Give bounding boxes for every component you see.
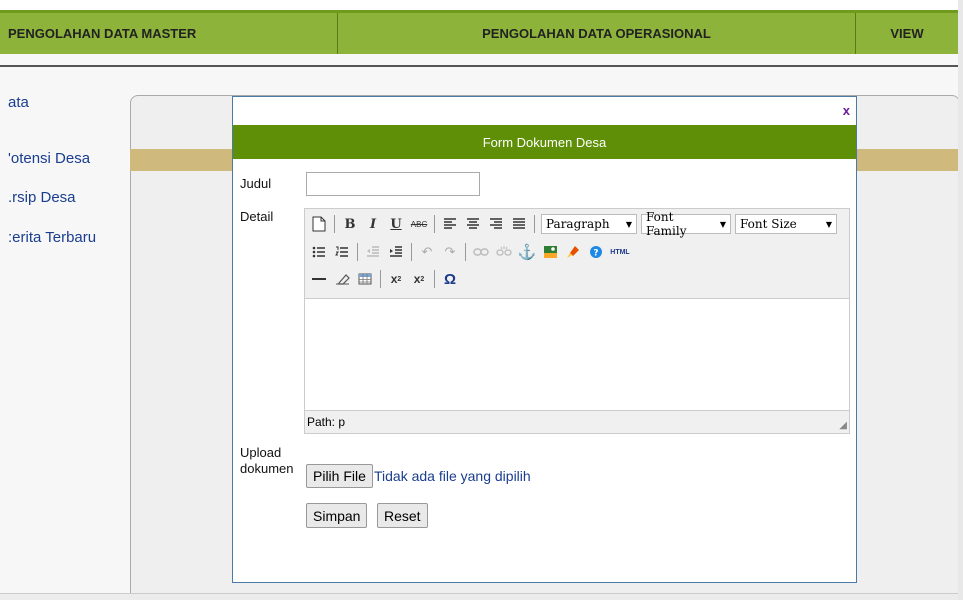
svg-text:?: ? bbox=[593, 249, 598, 259]
remove-format-icon[interactable] bbox=[332, 269, 352, 289]
numbered-list-icon[interactable] bbox=[332, 242, 352, 262]
file-status-text: Tidak ada file yang dipilih bbox=[374, 468, 531, 484]
bullet-list-icon[interactable] bbox=[309, 242, 329, 262]
table-icon[interactable] bbox=[355, 269, 375, 289]
sidebar-item-potensi-desa[interactable]: 'otensi Desa bbox=[8, 150, 90, 167]
html-source-icon[interactable]: HTML bbox=[609, 242, 631, 262]
editor-toolbar-row-3: x2 x2 Ω bbox=[309, 267, 460, 291]
toolbar-separator bbox=[465, 243, 466, 261]
font-family-select-value: Font Family bbox=[646, 210, 687, 238]
format-select[interactable]: Paragraph ▼ bbox=[541, 214, 637, 234]
nav-data-master[interactable]: PENGOLAHAN DATA MASTER bbox=[0, 13, 338, 54]
bold-icon[interactable]: B bbox=[340, 214, 360, 234]
outdent-icon[interactable] bbox=[363, 242, 383, 262]
toolbar-separator bbox=[334, 215, 335, 233]
chevron-down-icon: ▼ bbox=[625, 219, 632, 229]
sidebar-item-berita-terbaru[interactable]: :erita Terbaru bbox=[8, 229, 96, 246]
toolbar-separator bbox=[434, 270, 435, 288]
nav-divider bbox=[0, 65, 958, 67]
toolbar-separator bbox=[534, 215, 535, 233]
upload-label: Upload dokumen bbox=[240, 445, 293, 477]
new-document-icon[interactable] bbox=[309, 214, 329, 234]
align-center-icon[interactable] bbox=[463, 214, 483, 234]
modal-title: Form Dokumen Desa bbox=[233, 125, 856, 159]
font-family-select[interactable]: Font Family ▼ bbox=[641, 210, 731, 238]
strikethrough-icon[interactable]: ABC bbox=[409, 214, 429, 234]
redo-icon[interactable]: ↷ bbox=[440, 242, 460, 262]
top-strip bbox=[0, 0, 958, 10]
toolbar-separator bbox=[380, 270, 381, 288]
dokumen-modal: x Form Dokumen Desa Judul Detail B I U A… bbox=[232, 96, 857, 583]
chevron-down-icon: ▼ bbox=[825, 219, 832, 229]
indent-icon[interactable] bbox=[386, 242, 406, 262]
help-icon[interactable]: ? bbox=[586, 242, 606, 262]
toolbar-separator bbox=[411, 243, 412, 261]
resize-handle-icon[interactable]: ◢ bbox=[839, 420, 847, 431]
format-select-value: Paragraph bbox=[546, 217, 610, 231]
special-char-icon[interactable]: Ω bbox=[440, 269, 460, 289]
judul-label: Judul bbox=[240, 176, 272, 191]
main-navigation: PENGOLAHAN DATA MASTER PENGOLAHAN DATA O… bbox=[0, 10, 958, 54]
sidebar-item-data[interactable]: ata bbox=[8, 94, 29, 111]
upload-label-line1: Upload bbox=[240, 445, 282, 460]
underline-icon[interactable]: U bbox=[386, 214, 406, 234]
sidebar-item-arsip-desa[interactable]: .rsip Desa bbox=[8, 189, 76, 206]
editor-status-bar: Path: p ◢ bbox=[305, 410, 849, 433]
horizontal-rule-icon[interactable] bbox=[309, 269, 329, 289]
vertical-scrollbar[interactable] bbox=[958, 0, 963, 600]
upload-label-line2: dokumen bbox=[240, 461, 294, 476]
italic-icon[interactable]: I bbox=[363, 214, 383, 234]
image-icon[interactable] bbox=[540, 242, 560, 262]
toolbar-separator bbox=[434, 215, 435, 233]
align-right-icon[interactable] bbox=[486, 214, 506, 234]
subscript-icon[interactable]: x2 bbox=[386, 269, 406, 289]
anchor-icon[interactable]: ⚓ bbox=[517, 242, 537, 262]
nav-view[interactable]: VIEW bbox=[856, 13, 958, 54]
font-size-select[interactable]: Font Size ▼ bbox=[735, 214, 837, 234]
judul-input[interactable] bbox=[306, 172, 480, 196]
editor-toolbar-row-2: ↶ ↷ ⚓ ? HTML bbox=[309, 240, 631, 264]
font-size-select-value: Font Size bbox=[740, 217, 797, 231]
editor-content-area[interactable] bbox=[305, 298, 849, 410]
superscript-icon[interactable]: x2 bbox=[409, 269, 429, 289]
reset-button[interactable]: Reset bbox=[377, 503, 428, 528]
undo-icon[interactable]: ↶ bbox=[417, 242, 437, 262]
chevron-down-icon: ▼ bbox=[719, 219, 726, 229]
detail-label: Detail bbox=[240, 209, 274, 224]
rich-text-editor: B I U ABC Paragraph ▼ Font Family ▼ Font… bbox=[304, 208, 850, 434]
unlink-icon[interactable] bbox=[494, 242, 514, 262]
nav-data-operasional[interactable]: PENGOLAHAN DATA OPERASIONAL bbox=[338, 13, 856, 54]
choose-file-button[interactable]: Pilih File bbox=[306, 464, 373, 488]
close-button[interactable]: x bbox=[843, 103, 850, 118]
editor-toolbar-row-1: B I U ABC Paragraph ▼ Font Family ▼ Font… bbox=[309, 210, 837, 238]
toolbar-separator bbox=[357, 243, 358, 261]
align-left-icon[interactable] bbox=[440, 214, 460, 234]
save-button[interactable]: Simpan bbox=[306, 503, 368, 528]
align-justify-icon[interactable] bbox=[509, 214, 529, 234]
horizontal-scrollbar[interactable] bbox=[0, 593, 958, 600]
cleanup-icon[interactable] bbox=[563, 242, 583, 262]
editor-path: Path: p bbox=[307, 415, 346, 429]
link-icon[interactable] bbox=[471, 242, 491, 262]
